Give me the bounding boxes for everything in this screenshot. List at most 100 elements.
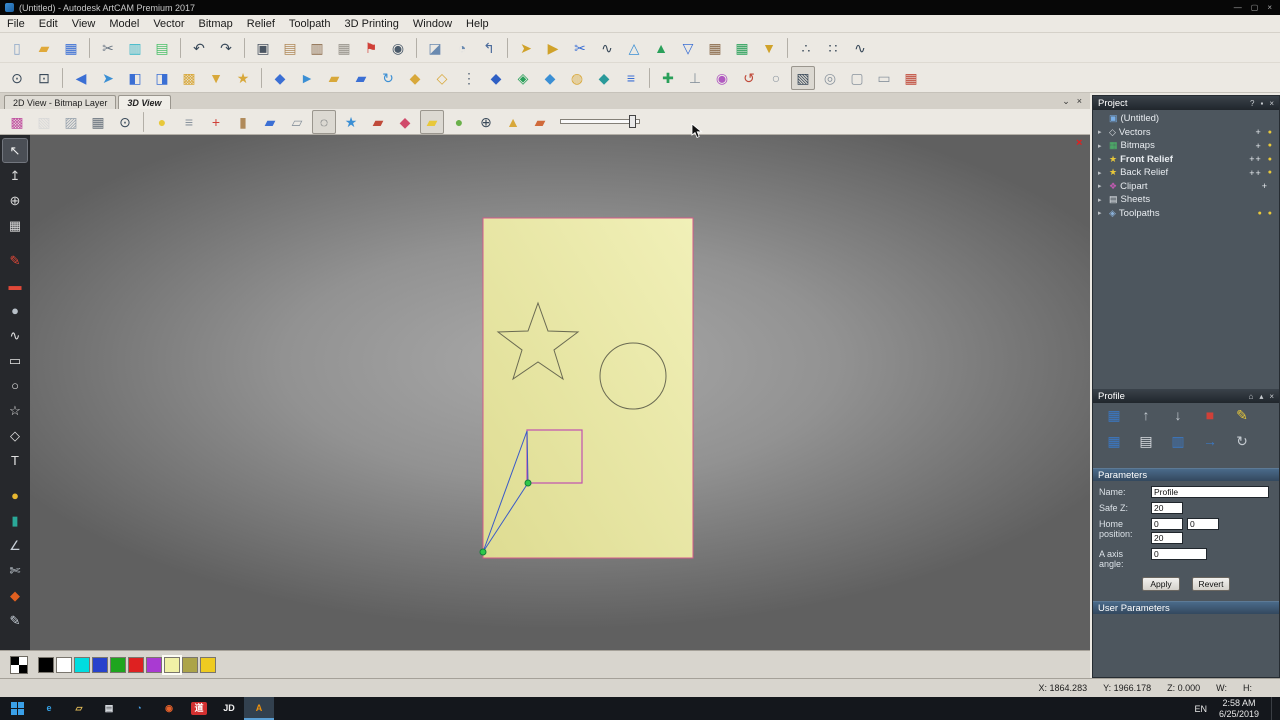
color-swatch[interactable]: [56, 657, 72, 673]
zoom-3d-icon[interactable]: ⊙: [113, 110, 137, 134]
color-swatch[interactable]: [38, 657, 54, 673]
layers-gold2-icon[interactable]: ▰: [528, 110, 552, 134]
zoom-region-icon[interactable]: ⊡: [32, 66, 56, 90]
layers-gray-icon[interactable]: ≡: [177, 110, 201, 134]
visibility-bulb-icon[interactable]: ● ●: [1258, 210, 1274, 217]
offset-icon[interactable]: ↰: [477, 36, 501, 60]
taskbar-artcam-icon[interactable]: A: [244, 697, 274, 720]
table-green-icon[interactable]: ▦: [730, 36, 754, 60]
home-y-input[interactable]: [1187, 518, 1219, 530]
toolbar-icon[interactable]: [261, 68, 262, 88]
arrow-blue-icon[interactable]: ►: [295, 66, 319, 90]
rings-icon[interactable]: ◎: [818, 66, 842, 90]
expander-icon[interactable]: ▸: [1098, 128, 1106, 136]
calculate-icon[interactable]: ▦: [1103, 430, 1125, 452]
save-model-icon[interactable]: ▦: [59, 36, 83, 60]
visibility-bulb-icon[interactable]: ●: [1268, 129, 1274, 136]
expander-icon[interactable]: ▸: [1098, 142, 1106, 150]
show-desktop-button[interactable]: [1271, 697, 1276, 720]
rect-icon[interactable]: ▭: [872, 66, 896, 90]
send-icon[interactable]: ➤: [96, 66, 120, 90]
menu-item[interactable]: View: [65, 18, 103, 30]
help-icon[interactable]: ?: [1250, 99, 1254, 108]
color-swatch[interactable]: [128, 657, 144, 673]
home-x-input[interactable]: [1151, 518, 1183, 530]
table-icon[interactable]: ▦: [703, 36, 727, 60]
diamond-pink-icon[interactable]: ◆: [393, 110, 417, 134]
snap-settings-icon[interactable]: ◉: [386, 36, 410, 60]
project-tree-item[interactable]: ▸ ▦ Bitmaps + ●: [1093, 139, 1279, 153]
relief-layers-icon[interactable]: ▰: [420, 110, 444, 134]
pattern-dots-icon[interactable]: ∴: [794, 36, 818, 60]
color-swatch[interactable]: [200, 657, 216, 673]
diamond-gold-icon[interactable]: ◆: [403, 66, 427, 90]
node-smooth-icon[interactable]: ▽: [676, 36, 700, 60]
array-copy-icon[interactable]: ▩: [177, 66, 201, 90]
toolbar-icon[interactable]: [507, 38, 508, 58]
funnel-icon[interactable]: ▼: [757, 36, 781, 60]
view-tab[interactable]: 3D View: [118, 95, 170, 109]
menu-item[interactable]: Edit: [32, 18, 65, 30]
notes-icon[interactable]: ⚑: [359, 36, 383, 60]
color-swatch[interactable]: [110, 657, 126, 673]
node-add-icon[interactable]: △: [622, 36, 646, 60]
add-item-icon[interactable]: +: [1256, 127, 1262, 137]
expander-icon[interactable]: ▸: [1098, 182, 1106, 190]
taskbar-store-icon[interactable]: ▤: [94, 697, 124, 720]
rotate-icon[interactable]: ↻: [1231, 430, 1253, 452]
menu-item[interactable]: File: [0, 18, 32, 30]
view-tab[interactable]: 2D View - Bitmap Layer: [4, 95, 116, 109]
roundrect-icon[interactable]: ▢: [845, 66, 869, 90]
taskbar-photos-icon[interactable]: ◔: [124, 697, 154, 720]
list-icon[interactable]: ▤: [1135, 430, 1157, 452]
taskbar-explorer-icon[interactable]: ▱: [64, 697, 94, 720]
rectangle-icon[interactable]: ▭: [3, 349, 27, 372]
pattern-grid-icon[interactable]: ∷: [821, 36, 845, 60]
expander-icon[interactable]: ▸: [1098, 209, 1106, 217]
add-item-icon[interactable]: ++: [1249, 168, 1262, 178]
layers-gold-icon[interactable]: ▰: [322, 66, 346, 90]
color-swatch[interactable]: [92, 657, 108, 673]
collapse-tabs-icon[interactable]: ⌄: [1062, 96, 1070, 107]
grid-icon[interactable]: ▦: [3, 214, 27, 237]
menu-item[interactable]: Toolpath: [282, 18, 338, 30]
apply-button[interactable]: Apply: [1142, 577, 1180, 591]
ring-gold-icon[interactable]: ◍: [565, 66, 589, 90]
block-wire-icon[interactable]: ▦: [86, 110, 110, 134]
dots-icon[interactable]: ⋮: [457, 66, 481, 90]
cylinder-icon[interactable]: ▮: [231, 110, 255, 134]
knife-icon[interactable]: ✄: [3, 559, 27, 582]
menu-item[interactable]: Model: [102, 18, 146, 30]
zoom-detail-icon[interactable]: ⊕: [474, 110, 498, 134]
star-shape-icon[interactable]: ☆: [3, 399, 27, 422]
ring-icon[interactable]: ○: [764, 66, 788, 90]
add-item-icon[interactable]: +: [1256, 141, 1262, 151]
expander-icon[interactable]: ▸: [1098, 155, 1106, 163]
light-icon[interactable]: ●: [150, 110, 174, 134]
dropper-icon[interactable]: ●: [3, 299, 27, 322]
erase-icon[interactable]: ▬: [3, 274, 27, 297]
diamond-teal-icon[interactable]: ◆: [592, 66, 616, 90]
taskbar-edge-icon[interactable]: e: [34, 697, 64, 720]
mirror-h-icon[interactable]: ◧: [123, 66, 147, 90]
menu-item[interactable]: Window: [406, 18, 459, 30]
cut-vector-icon[interactable]: ✂: [568, 36, 592, 60]
paste-icon[interactable]: ▤: [150, 36, 174, 60]
visibility-bulb-icon[interactable]: ●: [1268, 169, 1274, 176]
layout-panel-icon[interactable]: ▤: [278, 36, 302, 60]
project-tree-item[interactable]: ▣ (Untitled): [1093, 112, 1279, 126]
grid-dot-icon[interactable]: ▦: [899, 66, 923, 90]
anchor-icon[interactable]: ⊥: [683, 66, 707, 90]
layout-panel2-icon[interactable]: ▥: [305, 36, 329, 60]
close-project-panel-icon[interactable]: ×: [1269, 99, 1274, 108]
play-icon[interactable]: ▶: [541, 36, 565, 60]
diamond-blue2-icon[interactable]: ◆: [484, 66, 508, 90]
menu-item[interactable]: Help: [459, 18, 496, 30]
edit-profile-icon[interactable]: ✎: [1231, 404, 1253, 426]
project-tree-item[interactable]: ▸ ★ Front Relief ++ ●: [1093, 153, 1279, 167]
favorites-icon[interactable]: ★: [231, 66, 255, 90]
plane-icon[interactable]: ▱: [285, 110, 309, 134]
node-fit-icon[interactable]: ▲: [649, 36, 673, 60]
add-item-icon[interactable]: +: [1262, 181, 1268, 191]
polygon-icon[interactable]: ◇: [3, 424, 27, 447]
